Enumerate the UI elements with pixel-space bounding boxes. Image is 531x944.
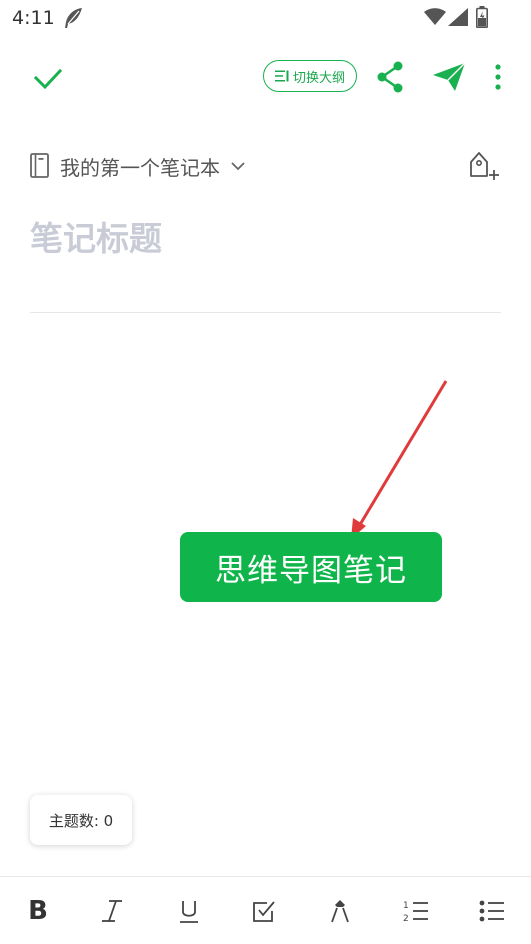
wifi-icon xyxy=(424,8,446,25)
title-divider xyxy=(30,312,501,313)
status-time: 4:11 xyxy=(12,7,55,29)
underline-button[interactable] xyxy=(173,895,205,927)
bold-button[interactable]: B xyxy=(22,895,54,927)
outline-list-icon xyxy=(274,70,289,82)
highlight-button[interactable] xyxy=(324,895,356,927)
battery-icon xyxy=(476,6,488,28)
italic-button[interactable] xyxy=(96,895,128,927)
chevron-down-icon xyxy=(231,162,245,171)
bold-icon: B xyxy=(28,896,48,926)
highlighter-icon xyxy=(331,900,349,923)
feather-icon xyxy=(65,8,82,28)
notebook-name: 我的第一个笔记本 xyxy=(60,155,220,180)
numbered-list-icon: 1 2 xyxy=(403,901,428,924)
svg-text:1: 1 xyxy=(403,901,409,911)
signal-icon xyxy=(448,8,468,26)
notebook-icon xyxy=(30,153,49,178)
switch-outline-label: 切换大纲 xyxy=(292,70,345,86)
more-options-icon[interactable] xyxy=(488,62,508,92)
share-icon[interactable] xyxy=(375,60,407,94)
notebook-selector[interactable]: 我的第一个笔记本 xyxy=(30,148,246,184)
top-toolbar: 切换大纲 xyxy=(0,50,531,106)
format-toolbar: B 1 2 xyxy=(0,876,531,944)
switch-outline-button[interactable]: 切换大纲 xyxy=(263,60,357,92)
bullet-list-button[interactable] xyxy=(476,895,508,927)
svg-text:2: 2 xyxy=(403,914,409,924)
mindmap-note-label[interactable]: 思维导图笔记 xyxy=(180,532,442,602)
status-bar: 4:11 xyxy=(0,0,531,36)
note-title-input[interactable] xyxy=(30,212,500,264)
topic-count-badge: 主题数: 0 xyxy=(30,795,132,845)
underline-icon xyxy=(180,901,198,923)
checkbox-icon xyxy=(253,901,275,922)
numbered-list-button[interactable]: 1 2 xyxy=(400,895,432,927)
add-tag-icon[interactable] xyxy=(466,148,500,182)
bullet-list-icon xyxy=(479,900,504,922)
save-check-icon[interactable] xyxy=(32,62,64,94)
send-icon[interactable] xyxy=(431,60,467,94)
italic-icon xyxy=(102,900,122,922)
checkbox-button[interactable] xyxy=(248,895,280,927)
